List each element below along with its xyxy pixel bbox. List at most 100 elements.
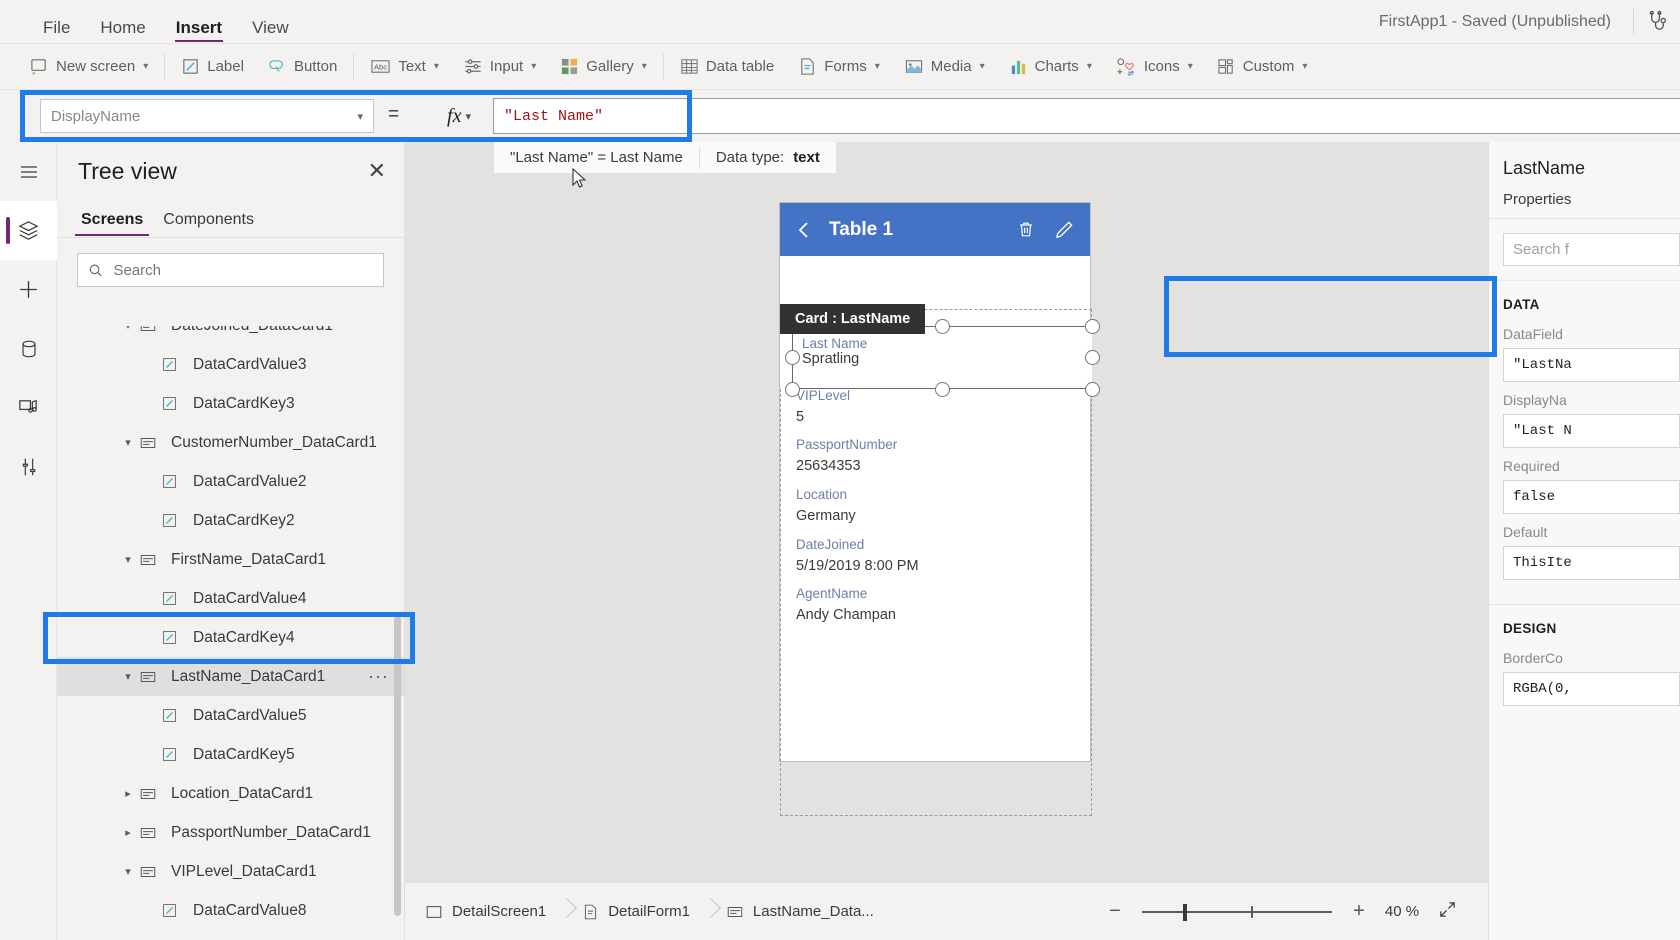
resize-handle-s[interactable] — [935, 382, 950, 397]
breadcrumb-lastname-datacard[interactable]: LastName_Data... — [726, 903, 884, 921]
menu-item-insert[interactable]: Insert — [161, 19, 237, 44]
chevron-down-icon[interactable]: ▾ — [117, 326, 139, 332]
chevron-right-icon[interactable]: ▸ — [117, 787, 139, 800]
form-field[interactable]: DateJoined 5/19/2019 8:00 PM — [780, 531, 1090, 581]
resize-handle-se[interactable] — [1085, 382, 1100, 397]
data-cylinder-icon[interactable] — [0, 319, 57, 378]
pencil-icon[interactable] — [1055, 220, 1074, 239]
tree-item-location-datacard1[interactable]: ▸ Location_DataCard1 — [57, 774, 404, 813]
ribbon-gallery-control[interactable]: Gallery ▾ — [548, 49, 659, 85]
tree-item-viplevel-datacard1[interactable]: ▾ VIPLevel_DataCard1 — [57, 852, 404, 891]
media-library-icon[interactable] — [0, 378, 57, 437]
tree-item-datacardvalue4[interactable]: DataCardValue4 — [57, 579, 404, 618]
tree-item-passportnumber-datacard1[interactable]: ▸ PassportNumber_DataCard1 — [57, 813, 404, 852]
tree-item-datacardvalue8[interactable]: DataCardValue8 — [57, 891, 404, 930]
tree-view-scrollbar[interactable] — [394, 616, 401, 916]
more-options-icon[interactable]: ··· — [368, 666, 389, 687]
menu-item-file[interactable]: File — [28, 19, 85, 44]
tree-search-box[interactable] — [77, 253, 384, 287]
app-title: FirstApp1 - Saved (Unpublished) — [1378, 12, 1611, 30]
ribbon-new-screen[interactable]: New screen ▾ — [18, 49, 160, 85]
status-bar: DetailScreen1 DetailForm1 LastName_Data.… — [405, 882, 1488, 940]
ribbon-custom[interactable]: Custom ▾ — [1205, 49, 1320, 85]
trash-icon[interactable] — [1017, 220, 1035, 239]
tree-item-datacardkey2[interactable]: DataCardKey2 — [57, 501, 404, 540]
tree-item-datacardvalue3[interactable]: DataCardValue3 — [57, 345, 404, 384]
card-tooltip: Card : LastName — [780, 304, 926, 334]
tree-item-lastname-datacard1[interactable]: ▾ LastName_DataCard1 ··· — [57, 657, 404, 696]
lastname-datacard[interactable]: Last Name Spratling — [780, 319, 1100, 397]
ribbon-input-control[interactable]: Input ▾ — [451, 49, 548, 85]
ribbon-text-control[interactable]: Abc Text ▾ — [358, 49, 451, 85]
ribbon-label: Icons — [1143, 58, 1180, 75]
properties-search-input[interactable]: Search f — [1503, 233, 1680, 266]
resize-handle-w[interactable] — [785, 350, 800, 365]
ribbon-label-control[interactable]: Label — [169, 49, 256, 85]
resize-handle-e[interactable] — [1085, 350, 1100, 365]
field-value[interactable]: ThisIte — [1503, 546, 1680, 580]
field-value[interactable]: RGBA(0, — [1503, 672, 1680, 706]
resize-handle-ne[interactable] — [1085, 319, 1100, 334]
chevron-left-icon[interactable] — [796, 221, 812, 239]
form-field[interactable]: PassportNumber 25634353 — [780, 431, 1090, 481]
tab-components[interactable]: Components — [157, 211, 260, 237]
zoom-out-button[interactable]: − — [1100, 900, 1130, 923]
tree-view-panel: Tree view ✕ Screens Components ▾ DateJoin… — [57, 142, 405, 940]
ribbon-charts[interactable]: Charts ▾ — [997, 49, 1104, 85]
breadcrumb-detailform1[interactable]: DetailForm1 — [582, 903, 700, 921]
tree-item-firstname-datacard1[interactable]: ▾ FirstName_DataCard1 — [57, 540, 404, 579]
chevron-down-icon[interactable]: ▾ — [117, 865, 139, 878]
control-icon — [161, 512, 185, 529]
ribbon-data-table[interactable]: Data table — [668, 49, 786, 85]
datatype-value: text — [793, 149, 820, 166]
resize-handle-n[interactable] — [935, 319, 950, 334]
fx-button[interactable]: fx ▾ — [428, 99, 490, 133]
ribbon-icons[interactable]: Icons ▾ — [1104, 49, 1205, 85]
breadcrumb-detailscreen1[interactable]: DetailScreen1 — [425, 903, 556, 921]
zoom-slider[interactable] — [1142, 902, 1332, 922]
tree-item-datejoined-datacard1[interactable]: ▾ DateJoined_DataCard1 — [57, 326, 404, 345]
formula-input[interactable]: "Last Name" — [493, 98, 1680, 134]
tab-properties[interactable]: Properties — [1503, 191, 1571, 208]
ribbon-media[interactable]: Media ▾ — [892, 49, 997, 85]
equals-sign: = — [388, 104, 400, 125]
ribbon-button-control[interactable]: Button — [256, 49, 349, 85]
tree-item-datacardvalue2[interactable]: DataCardValue2 — [57, 462, 404, 501]
field-value[interactable]: false — [1503, 480, 1680, 514]
tree-item-customernumber-datacard1[interactable]: ▾ CustomerNumber_DataCard1 — [57, 423, 404, 462]
app-checker-icon[interactable] — [1634, 0, 1680, 44]
chevron-down-icon: ▾ — [357, 110, 363, 123]
control-icon — [161, 356, 185, 373]
tab-screens[interactable]: Screens — [75, 211, 150, 237]
menu-item-view[interactable]: View — [237, 19, 304, 44]
tree-item-datacardkey3[interactable]: DataCardKey3 — [57, 384, 404, 423]
tree-item-datacardvalue5[interactable]: DataCardValue5 — [57, 696, 404, 735]
tree-view-layers-icon[interactable] — [0, 201, 57, 260]
field-value[interactable]: "Last N — [1503, 414, 1680, 448]
fit-screen-icon[interactable] — [1430, 900, 1464, 924]
resize-handle-sw[interactable] — [785, 382, 800, 397]
insert-plus-icon[interactable] — [0, 260, 57, 319]
tree-search-input[interactable] — [113, 261, 373, 279]
property-selector[interactable]: DisplayName ▾ — [40, 99, 374, 133]
form-field-value: 5/19/2019 8:00 PM — [796, 557, 919, 574]
advanced-tools-icon[interactable] — [0, 437, 57, 496]
hamburger-menu-icon[interactable] — [0, 142, 57, 201]
tree-view-list[interactable]: ▾ DateJoined_DataCard1 DataCardValue3 DataC… — [57, 326, 404, 940]
chevron-right-icon[interactable]: ▸ — [117, 826, 139, 839]
field-value[interactable]: "LastNa — [1503, 348, 1680, 382]
close-icon[interactable]: ✕ — [368, 160, 386, 182]
tree-item-datacardkey4[interactable]: DataCardKey4 — [57, 618, 404, 657]
ribbon-forms[interactable]: Forms ▾ — [786, 49, 892, 85]
menu-item-home[interactable]: Home — [85, 19, 160, 44]
form-field[interactable]: Location Germany — [780, 481, 1090, 531]
control-icon — [161, 395, 185, 412]
zoom-in-button[interactable]: + — [1344, 900, 1374, 923]
chevron-down-icon[interactable]: ▾ — [117, 553, 139, 566]
chevron-down-icon[interactable]: ▾ — [117, 670, 139, 683]
tree-item-datacardkey5[interactable]: DataCardKey5 — [57, 735, 404, 774]
app-canvas[interactable]: Table 1 Last Name Spratling Card: LastN… — [405, 142, 1497, 882]
zoom-slider-thumb[interactable] — [1183, 903, 1187, 921]
form-field[interactable]: AgentName Andy Champan — [780, 580, 1090, 630]
chevron-down-icon[interactable]: ▾ — [117, 436, 139, 449]
